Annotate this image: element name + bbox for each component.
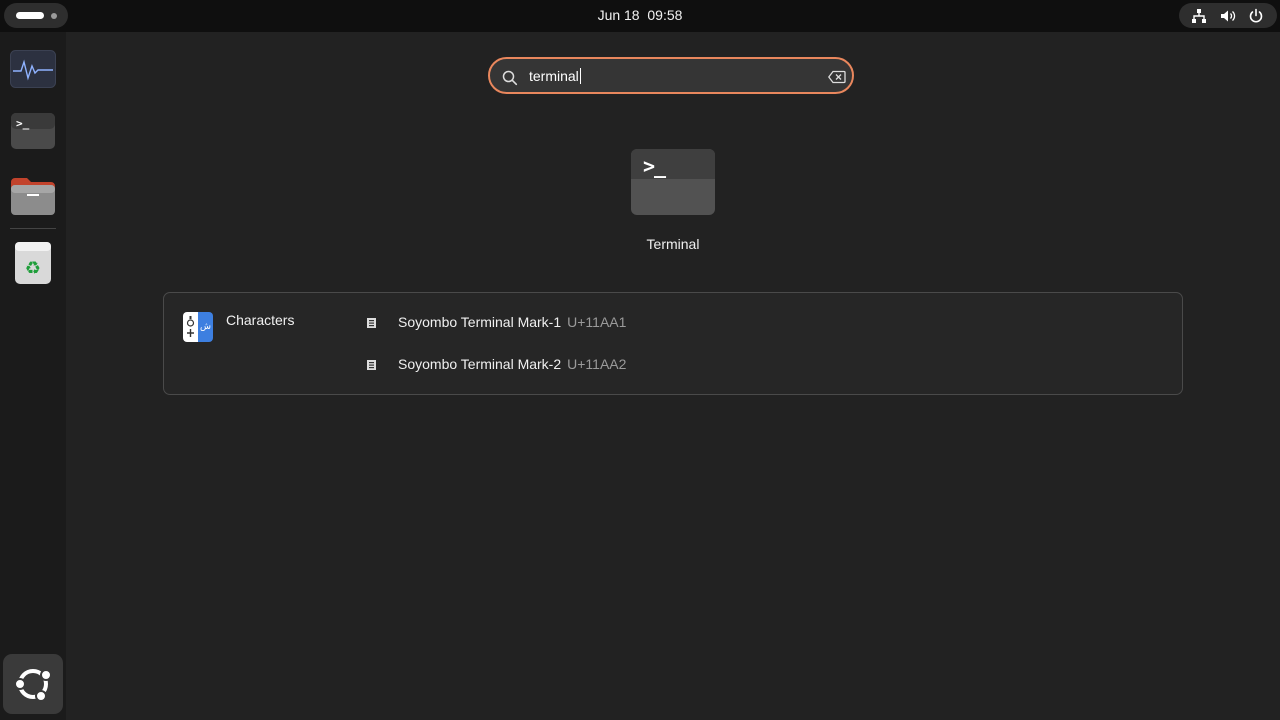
workspace-active-indicator (16, 12, 44, 19)
svg-text:♻: ♻ (25, 258, 41, 279)
character-code: U+11AA1 (567, 314, 627, 330)
character-result[interactable]: Soyombo Terminal Mark-1 U+11AA1 (366, 311, 766, 335)
soyombo-terminal-mark-glyph-icon (367, 360, 376, 370)
characters-app-icon[interactable]: ش (183, 312, 213, 342)
dock-separator (10, 228, 56, 229)
clear-text-icon[interactable] (828, 70, 846, 84)
text-caret (579, 68, 581, 84)
workspace-indicator (51, 13, 57, 19)
clock-container: Jun 18 09:58 (0, 0, 1280, 32)
search-provider-characters: ش Characters Soyombo Terminal Mark-1 U+11… (163, 292, 1183, 395)
search-input[interactable]: terminal (529, 68, 581, 84)
dock-item-system-monitor[interactable] (10, 50, 56, 88)
clock[interactable]: Jun 18 09:58 (598, 7, 683, 23)
search-field[interactable]: terminal (488, 57, 854, 94)
soyombo-terminal-mark-glyph-icon (367, 318, 376, 328)
svg-text:ش: ش (200, 322, 211, 332)
search-input-value: terminal (529, 68, 579, 84)
show-apps-button[interactable] (3, 654, 63, 714)
system-monitor-icon (10, 50, 56, 88)
ubuntu-logo-icon (14, 669, 52, 702)
terminal-icon: >_ (631, 149, 715, 215)
provider-name: Characters (226, 312, 295, 328)
dock-item-terminal[interactable]: >_ (10, 112, 56, 150)
activities-button[interactable] (4, 3, 68, 28)
power-icon (1249, 8, 1263, 23)
search-icon (502, 70, 518, 86)
character-code: U+11AA2 (567, 356, 627, 372)
app-result-label: Terminal (646, 236, 700, 252)
character-name: Soyombo Terminal Mark-1 (398, 314, 562, 330)
app-result-terminal[interactable]: >_ Terminal (620, 140, 726, 260)
character-name: Soyombo Terminal Mark-2 (398, 356, 562, 372)
trash-icon: ♻ (15, 242, 51, 284)
volume-icon (1221, 10, 1236, 22)
dock: >_ ♻ (0, 32, 66, 720)
files-icon (11, 178, 55, 215)
network-icon (1192, 9, 1206, 23)
dock-item-trash[interactable]: ♻ (10, 240, 56, 284)
top-bar: Jun 18 09:58 (0, 0, 1280, 32)
character-result[interactable]: Soyombo Terminal Mark-2 U+11AA2 (366, 353, 766, 377)
terminal-icon: >_ (11, 113, 55, 149)
svg-text:>_: >_ (16, 117, 30, 130)
system-tray[interactable] (1179, 3, 1277, 28)
dock-item-files[interactable] (10, 176, 56, 215)
